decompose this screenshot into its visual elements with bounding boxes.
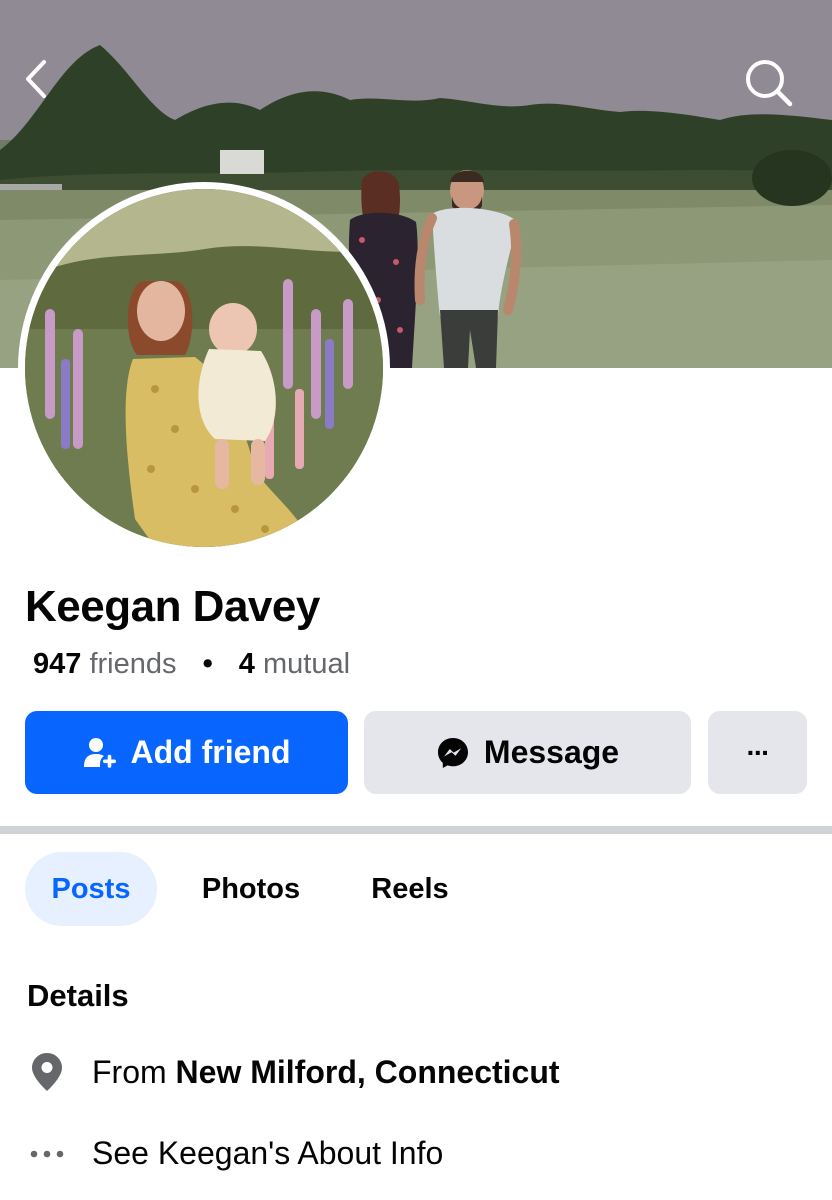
more-dots-icon <box>27 1149 67 1159</box>
friends-label: friends <box>89 648 177 680</box>
add-friend-label: Add friend <box>130 734 291 770</box>
tab-posts[interactable]: Posts <box>25 852 157 926</box>
friends-count: 947 <box>33 648 82 680</box>
friend-counts[interactable]: 947 friends • 4 mutual <box>33 648 350 681</box>
section-divider <box>0 826 832 834</box>
message-button[interactable]: Message <box>364 711 691 794</box>
profile-name: Keegan Davey <box>25 582 320 631</box>
see-about-info-link[interactable]: See Keegan's About Info <box>27 1135 443 1172</box>
message-label: Message <box>483 734 620 770</box>
profile-avatar[interactable] <box>18 182 390 554</box>
messenger-icon <box>436 736 470 770</box>
tab-photos[interactable]: Photos <box>184 852 318 926</box>
back-button[interactable] <box>20 58 76 114</box>
details-heading: Details <box>27 978 129 1013</box>
add-friend-button[interactable]: Add friend <box>25 711 348 794</box>
profile-picture <box>25 189 383 547</box>
more-dots-icon: ··· <box>746 736 771 768</box>
tab-reels[interactable]: Reels <box>355 852 465 926</box>
hometown-prefix: From <box>92 1053 167 1090</box>
more-options-button[interactable]: ··· <box>708 711 807 794</box>
mutual-count: 4 <box>238 648 255 680</box>
count-separator: • <box>202 648 213 680</box>
add-person-icon <box>83 736 117 770</box>
location-pin-icon <box>27 1052 67 1092</box>
search-button[interactable] <box>744 58 800 114</box>
about-info-label: See Keegan's About Info <box>92 1135 444 1171</box>
mutual-label: mutual <box>262 648 351 680</box>
detail-hometown: From New Milford, Connecticut <box>27 1052 560 1092</box>
hometown-place[interactable]: New Milford, Connecticut <box>176 1054 560 1091</box>
